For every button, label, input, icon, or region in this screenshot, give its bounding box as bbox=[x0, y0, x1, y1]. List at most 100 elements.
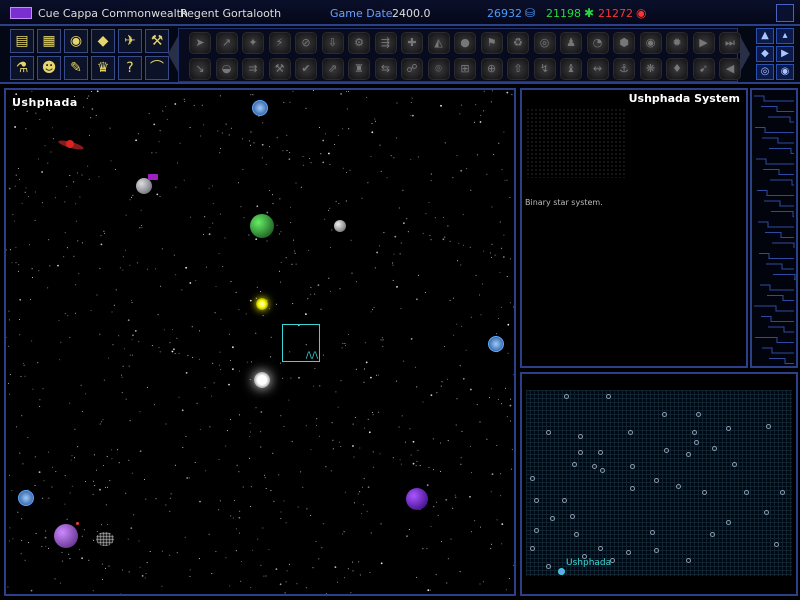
station-icon[interactable] bbox=[148, 174, 158, 180]
command-icon[interactable]: ⇧ bbox=[507, 58, 529, 80]
command-icon[interactable]: ◎ bbox=[533, 32, 556, 54]
galaxy-star-icon[interactable] bbox=[564, 394, 569, 399]
galaxy-star-icon[interactable] bbox=[686, 452, 691, 457]
command-icon[interactable]: ⇩ bbox=[321, 32, 344, 54]
red-planet-icon[interactable] bbox=[66, 140, 74, 148]
galaxy-star-icon[interactable] bbox=[574, 532, 579, 537]
command-icon[interactable]: ◭ bbox=[427, 32, 450, 54]
galaxy-star-icon[interactable] bbox=[764, 510, 769, 515]
command-icon[interactable]: ↘ bbox=[189, 58, 211, 80]
command-icon[interactable]: ➹ bbox=[692, 58, 715, 80]
galaxy-star-icon[interactable] bbox=[710, 532, 715, 537]
command-icon[interactable]: ♦ bbox=[666, 58, 688, 80]
command-icon[interactable]: ↗ bbox=[215, 32, 238, 54]
command-icon[interactable]: ▶ bbox=[692, 32, 715, 54]
galaxy-minimap[interactable]: Ushphada bbox=[520, 372, 798, 596]
galaxy-star-icon[interactable] bbox=[630, 464, 635, 469]
command-icon[interactable]: ◉ bbox=[639, 32, 662, 54]
scroll-left-icon[interactable] bbox=[168, 36, 178, 72]
galaxy-star-icon[interactable] bbox=[546, 430, 551, 435]
view-control-icon[interactable]: ▴ bbox=[776, 28, 794, 44]
galaxy-star-icon[interactable] bbox=[628, 430, 633, 435]
command-icon[interactable]: ⊘ bbox=[295, 32, 317, 54]
home-system-icon[interactable] bbox=[558, 568, 565, 575]
galaxy-star-icon[interactable] bbox=[534, 528, 539, 533]
galaxy-star-icon[interactable] bbox=[546, 564, 551, 569]
view-control-icon[interactable]: ▶ bbox=[776, 46, 794, 62]
view-control-icon[interactable]: ◉ bbox=[776, 64, 794, 80]
research-icon[interactable]: ⚗ bbox=[10, 56, 34, 80]
command-icon[interactable]: ⚙ bbox=[348, 32, 370, 54]
command-icon[interactable]: ✦ bbox=[242, 32, 264, 54]
space-station-icon[interactable] bbox=[252, 100, 268, 116]
galaxy-star-icon[interactable] bbox=[654, 478, 659, 483]
violet-planet-icon[interactable] bbox=[54, 524, 78, 548]
command-icon[interactable]: ⬢ bbox=[613, 32, 635, 54]
white-star-icon[interactable] bbox=[254, 372, 270, 388]
view-control-icon[interactable]: ◎ bbox=[756, 64, 774, 80]
galaxy-star-icon[interactable] bbox=[686, 558, 691, 563]
galaxy-star-icon[interactable] bbox=[578, 434, 583, 439]
galaxy-star-icon[interactable] bbox=[530, 476, 535, 481]
yellow-star-icon[interactable] bbox=[256, 298, 268, 310]
galaxy-star-icon[interactable] bbox=[630, 486, 635, 491]
command-icon[interactable]: ⇆ bbox=[374, 58, 397, 80]
command-icon[interactable]: ⚑ bbox=[480, 32, 503, 54]
scroll-right-icon[interactable] bbox=[740, 36, 750, 72]
command-icon[interactable]: ♜ bbox=[348, 58, 370, 80]
command-icon[interactable]: ⚡ bbox=[268, 32, 291, 54]
log-icon[interactable]: ✎ bbox=[64, 56, 88, 80]
purple-planet-icon[interactable] bbox=[406, 488, 428, 510]
command-icon[interactable]: ↭ bbox=[586, 58, 609, 80]
command-icon[interactable]: ◀ bbox=[719, 58, 741, 80]
galaxy-star-icon[interactable] bbox=[570, 514, 575, 519]
command-icon[interactable]: ● bbox=[454, 32, 476, 54]
galaxy-star-icon[interactable] bbox=[598, 546, 603, 551]
galaxy-star-icon[interactable] bbox=[592, 464, 597, 469]
grey-planet-icon[interactable] bbox=[136, 178, 152, 194]
command-icon[interactable]: ↯ bbox=[533, 58, 556, 80]
galaxy-star-icon[interactable] bbox=[726, 426, 731, 431]
command-icon[interactable]: ⚓ bbox=[613, 58, 635, 80]
command-icon[interactable]: ◔ bbox=[586, 32, 609, 54]
galaxy-grid[interactable]: Ushphada bbox=[526, 390, 792, 576]
races-icon[interactable]: ☻ bbox=[37, 56, 61, 80]
view-control-icon[interactable]: ◆ bbox=[756, 46, 774, 62]
space-station-icon[interactable] bbox=[488, 336, 504, 352]
command-icon[interactable]: ⌾ bbox=[427, 58, 450, 80]
main-menu-button[interactable] bbox=[776, 4, 794, 22]
galaxy-star-icon[interactable] bbox=[696, 412, 701, 417]
galaxy-star-icon[interactable] bbox=[744, 490, 749, 495]
galaxy-star-icon[interactable] bbox=[692, 430, 697, 435]
space-station-icon[interactable] bbox=[18, 490, 34, 506]
ships-icon[interactable]: ◆ bbox=[91, 29, 115, 53]
empire-flag-icon[interactable] bbox=[10, 7, 32, 19]
command-icon[interactable]: ♻ bbox=[507, 32, 529, 54]
leader-icon[interactable]: ♛ bbox=[91, 56, 115, 80]
galaxy-star-icon[interactable] bbox=[550, 516, 555, 521]
command-icon[interactable]: ♝ bbox=[560, 58, 582, 80]
galaxy-star-icon[interactable] bbox=[606, 394, 611, 399]
command-icon[interactable]: ◒ bbox=[215, 58, 238, 80]
galaxy-star-icon[interactable] bbox=[582, 554, 587, 559]
view-control-icon[interactable]: ▲ bbox=[756, 28, 774, 44]
galaxy-star-icon[interactable] bbox=[726, 520, 731, 525]
command-icon[interactable]: ☍ bbox=[401, 58, 423, 80]
empire-icon[interactable]: ▤ bbox=[10, 29, 34, 53]
help-icon[interactable]: ? bbox=[118, 56, 142, 80]
galaxy-star-icon[interactable] bbox=[766, 424, 771, 429]
green-planet-icon[interactable] bbox=[250, 214, 274, 238]
command-icon[interactable]: ⊕ bbox=[480, 58, 503, 80]
fleets-icon[interactable]: ✈ bbox=[118, 29, 142, 53]
misc-icon[interactable]: ⌒ bbox=[145, 56, 169, 80]
galaxy-star-icon[interactable] bbox=[562, 498, 567, 503]
planets-icon[interactable]: ▦ bbox=[37, 29, 61, 53]
command-icon[interactable]: ✔ bbox=[295, 58, 317, 80]
galaxy-star-icon[interactable] bbox=[534, 498, 539, 503]
galaxy-star-icon[interactable] bbox=[598, 450, 603, 455]
command-icon[interactable]: ⏭ bbox=[719, 32, 741, 54]
galaxy-star-icon[interactable] bbox=[676, 484, 681, 489]
colonies-icon[interactable]: ◉ bbox=[64, 29, 88, 53]
galaxy-star-icon[interactable] bbox=[694, 440, 699, 445]
command-icon[interactable]: ⊞ bbox=[454, 58, 476, 80]
